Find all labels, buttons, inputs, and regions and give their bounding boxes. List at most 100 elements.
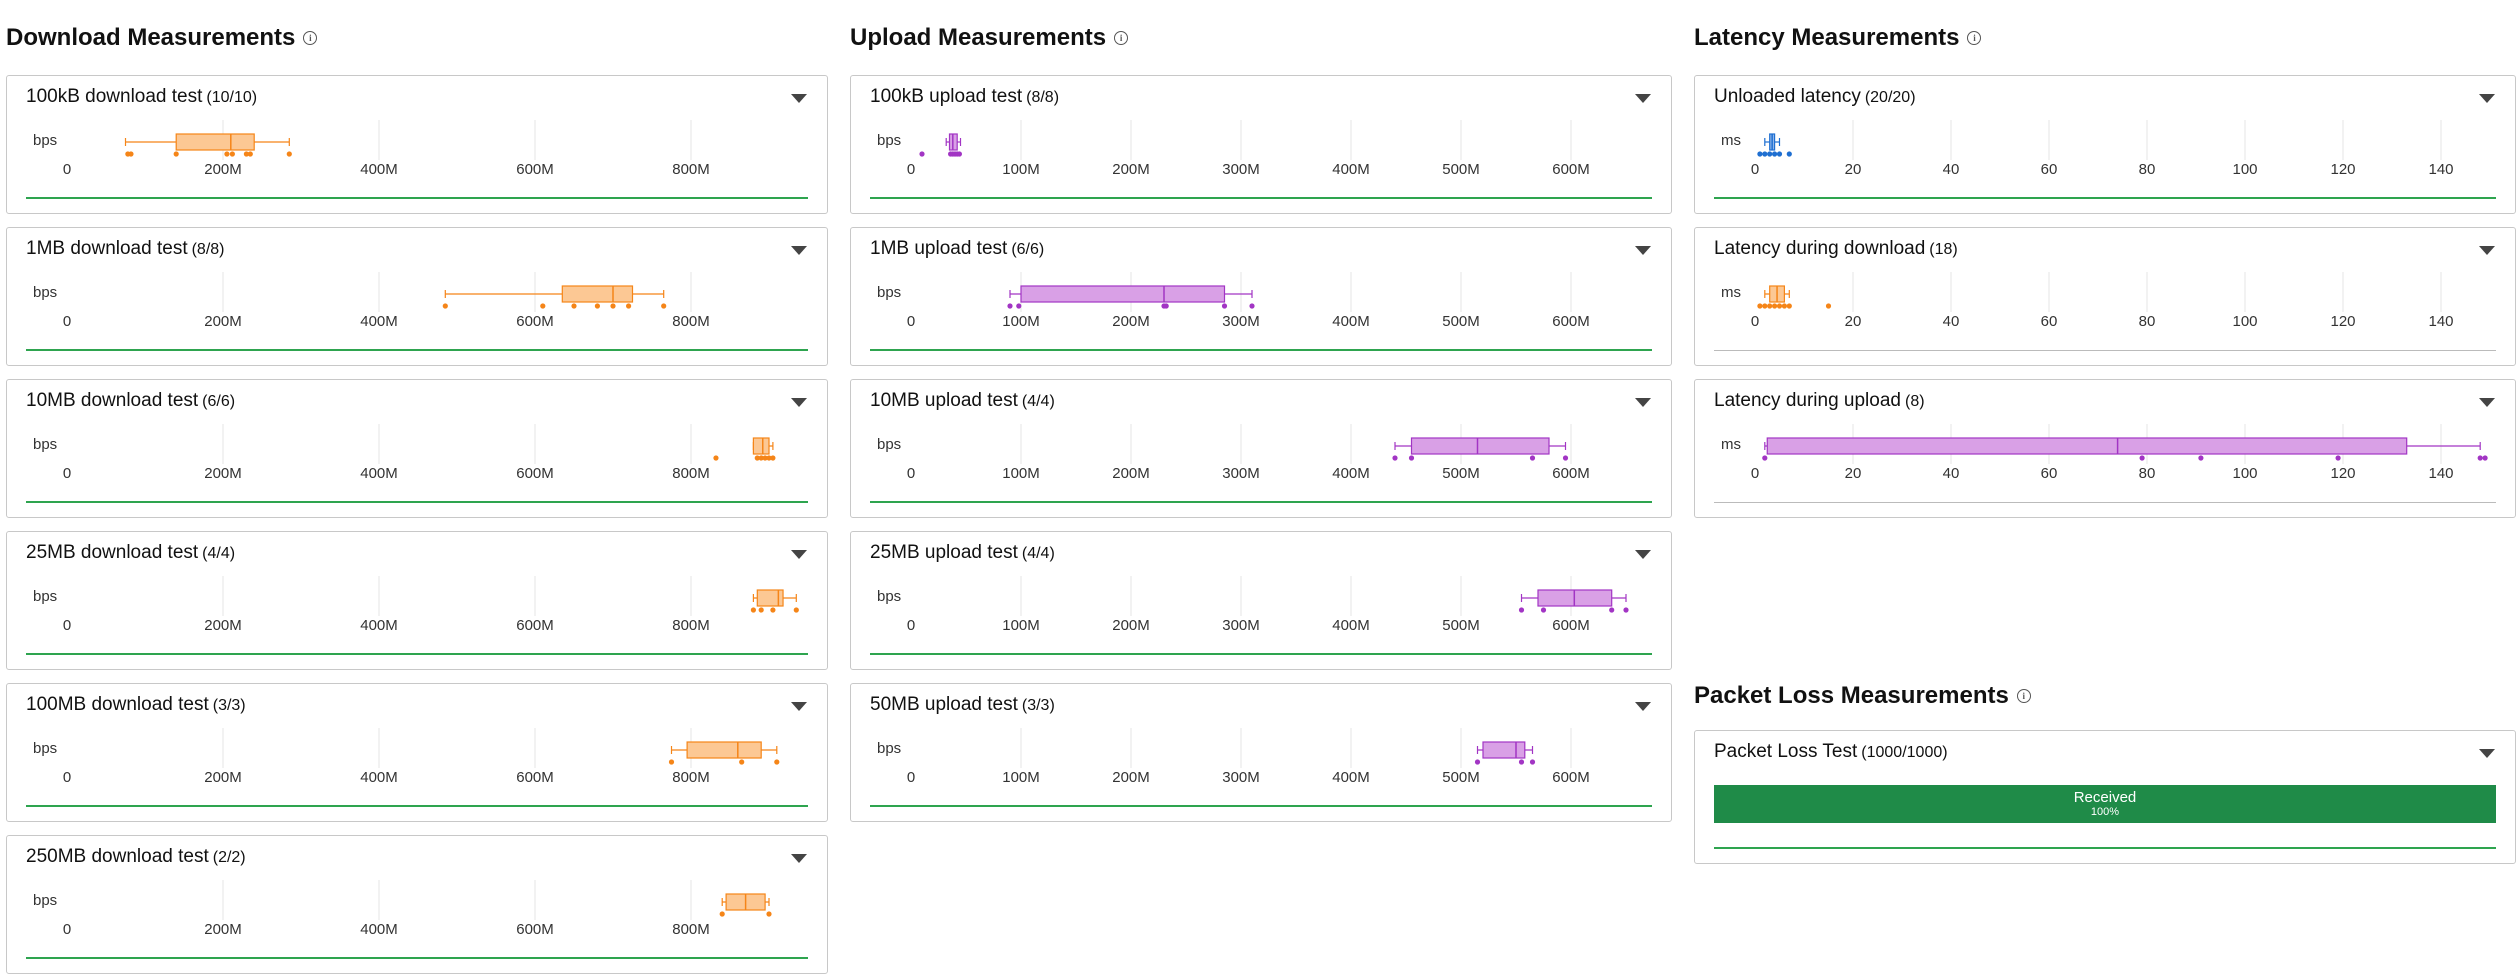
tick-label: 400M: [360, 313, 398, 330]
data-point: [1772, 151, 1778, 157]
measurement-card[interactable]: 10MB download test (6/6) bps 0 200M 400M 600M 8…: [6, 379, 828, 518]
tick-label: 400M: [1332, 465, 1370, 482]
tick-label: 140: [2428, 465, 2453, 482]
tick-label: 0: [63, 313, 71, 330]
measurement-card[interactable]: 1MB upload test (6/6) bps 0 100M 200M 300M 400M…: [850, 227, 1672, 366]
tick-label: 400M: [1332, 313, 1370, 330]
tick-label: 200M: [204, 769, 242, 786]
box-plot: 0 200M 400M 600M 800M: [63, 120, 710, 178]
tick-label: 60: [2041, 161, 2058, 178]
card-baseline: [26, 653, 808, 655]
tick-label: 300M: [1222, 465, 1260, 482]
tick-label: 20: [1845, 161, 1862, 178]
tick-label: 0: [907, 617, 915, 634]
tick-label: 600M: [516, 921, 554, 938]
tick-label: 80: [2139, 313, 2156, 330]
tick-label: 200M: [204, 161, 242, 178]
data-point: [1529, 759, 1536, 765]
tick-label: 0: [63, 921, 71, 938]
data-point: [571, 303, 577, 309]
packet-loss-card[interactable]: Packet Loss Test (1000/1000) Received 100…: [1694, 730, 2516, 864]
card-title: Packet Loss Test (1000/1000): [1714, 741, 1948, 762]
data-point: [770, 455, 776, 461]
card-baseline: [870, 349, 1652, 351]
measurement-card[interactable]: 25MB download test (4/4) bps 0 200M 400M 600M 8…: [6, 531, 828, 670]
tick-label: 120: [2330, 313, 2355, 330]
tick-label: 0: [907, 465, 915, 482]
tick-label: 0: [907, 313, 915, 330]
data-point: [1776, 151, 1783, 157]
measurement-card[interactable]: Latency during upload (8) ms 0 20 40 60 80 100 12…: [1694, 379, 2516, 518]
tick-label: 500M: [1442, 313, 1480, 330]
info-icon[interactable]: i: [1114, 31, 1129, 45]
measurement-card[interactable]: 100kB upload test (8/8) bps 0 100M 200M 300M 40…: [850, 75, 1672, 214]
measurement-card[interactable]: 50MB upload test (3/3) bps 0 100M 200M 300M 400…: [850, 683, 1672, 822]
tick-label: 120: [2330, 465, 2355, 482]
tick-label: 80: [2139, 465, 2156, 482]
tick-label: 500M: [1442, 617, 1480, 634]
tick-label: 0: [1751, 313, 1759, 330]
tick-label: 800M: [672, 161, 710, 178]
iqr-box: [686, 741, 762, 759]
data-point: [1767, 303, 1773, 309]
iqr-box: [175, 133, 255, 151]
info-icon[interactable]: i: [1967, 31, 1982, 45]
tick-label: 400M: [1332, 617, 1370, 634]
measurement-card[interactable]: 250MB download test (2/2) bps 0 200M 400M 600M…: [6, 835, 828, 974]
measurement-card[interactable]: 100kB download test (10/10) bps 0 200M 400M 60…: [6, 75, 828, 214]
box-plot: 0 20 40 60 80 100 120 140: [1751, 424, 2488, 482]
measurement-card[interactable]: 1MB download test (8/8) bps 0 200M 400M 600M 80…: [6, 227, 828, 366]
tick-label: 300M: [1222, 313, 1260, 330]
tick-label: 20: [1845, 465, 1862, 482]
measurement-card[interactable]: Latency during download (18) ms 0 20 40 60 80 10…: [1694, 227, 2516, 366]
data-point: [2477, 455, 2483, 461]
measurement-card[interactable]: 25MB upload test (4/4) bps 0 100M 200M 300M 400…: [850, 531, 1672, 670]
tick-label: 0: [1751, 465, 1759, 482]
tick-label: 100: [2232, 465, 2257, 482]
tick-label: 100: [2232, 161, 2257, 178]
data-point: [1518, 759, 1525, 765]
data-point: [540, 303, 546, 309]
tick-label: 140: [2428, 161, 2453, 178]
tick-label: 400M: [360, 921, 398, 938]
data-point: [919, 151, 925, 157]
tick-label: 200M: [1112, 465, 1150, 482]
data-point: [2482, 455, 2488, 461]
data-point: [594, 303, 601, 309]
box-plot: 0 100M 200M 300M 400M 500M 600M: [907, 576, 1629, 634]
data-point: [1474, 759, 1481, 765]
card-baseline: [26, 805, 808, 807]
measurement-card[interactable]: 10MB upload test (4/4) bps 0 100M 200M 300M 400…: [850, 379, 1672, 518]
tick-label: 800M: [672, 921, 710, 938]
tick-label: 400M: [1332, 769, 1370, 786]
box-plot: 0 200M 400M 600M 800M: [63, 424, 776, 482]
tick-label: 800M: [672, 617, 710, 634]
data-point: [1408, 455, 1415, 461]
measurement-card[interactable]: Unloaded latency (20/20) ms 0 20 40 60 80 100 120…: [1694, 75, 2516, 214]
data-point: [2139, 455, 2145, 461]
info-icon[interactable]: i: [2016, 689, 2031, 703]
data-point: [1163, 303, 1169, 309]
data-point: [713, 455, 719, 461]
box-plot: 0 100M 200M 300M 400M 500M 600M: [907, 728, 1590, 786]
measurement-card[interactable]: 100MB download test (3/3) bps 0 200M 400M 600M…: [6, 683, 828, 822]
tick-label: 600M: [1552, 617, 1590, 634]
data-point: [128, 151, 134, 157]
box-plot: 0 100M 200M 300M 400M 500M 600M: [907, 424, 1590, 482]
tick-label: 0: [1751, 161, 1759, 178]
tick-label: 200M: [204, 313, 242, 330]
data-point: [1762, 455, 1768, 461]
data-point: [1529, 455, 1536, 461]
tick-label: 80: [2139, 161, 2156, 178]
box-plot: 0 20 40 60 80 100 120 140: [1751, 272, 2454, 330]
chevron-down-icon[interactable]: [2479, 749, 2495, 758]
info-icon[interactable]: i: [303, 31, 318, 45]
tick-label: 20: [1845, 313, 1862, 330]
data-point: [1540, 607, 1547, 613]
data-point: [1781, 303, 1787, 309]
data-point: [1518, 607, 1525, 613]
iqr-box: [1410, 437, 1550, 455]
tick-label: 400M: [360, 617, 398, 634]
tick-label: 600M: [516, 161, 554, 178]
tick-label: 100M: [1002, 617, 1040, 634]
